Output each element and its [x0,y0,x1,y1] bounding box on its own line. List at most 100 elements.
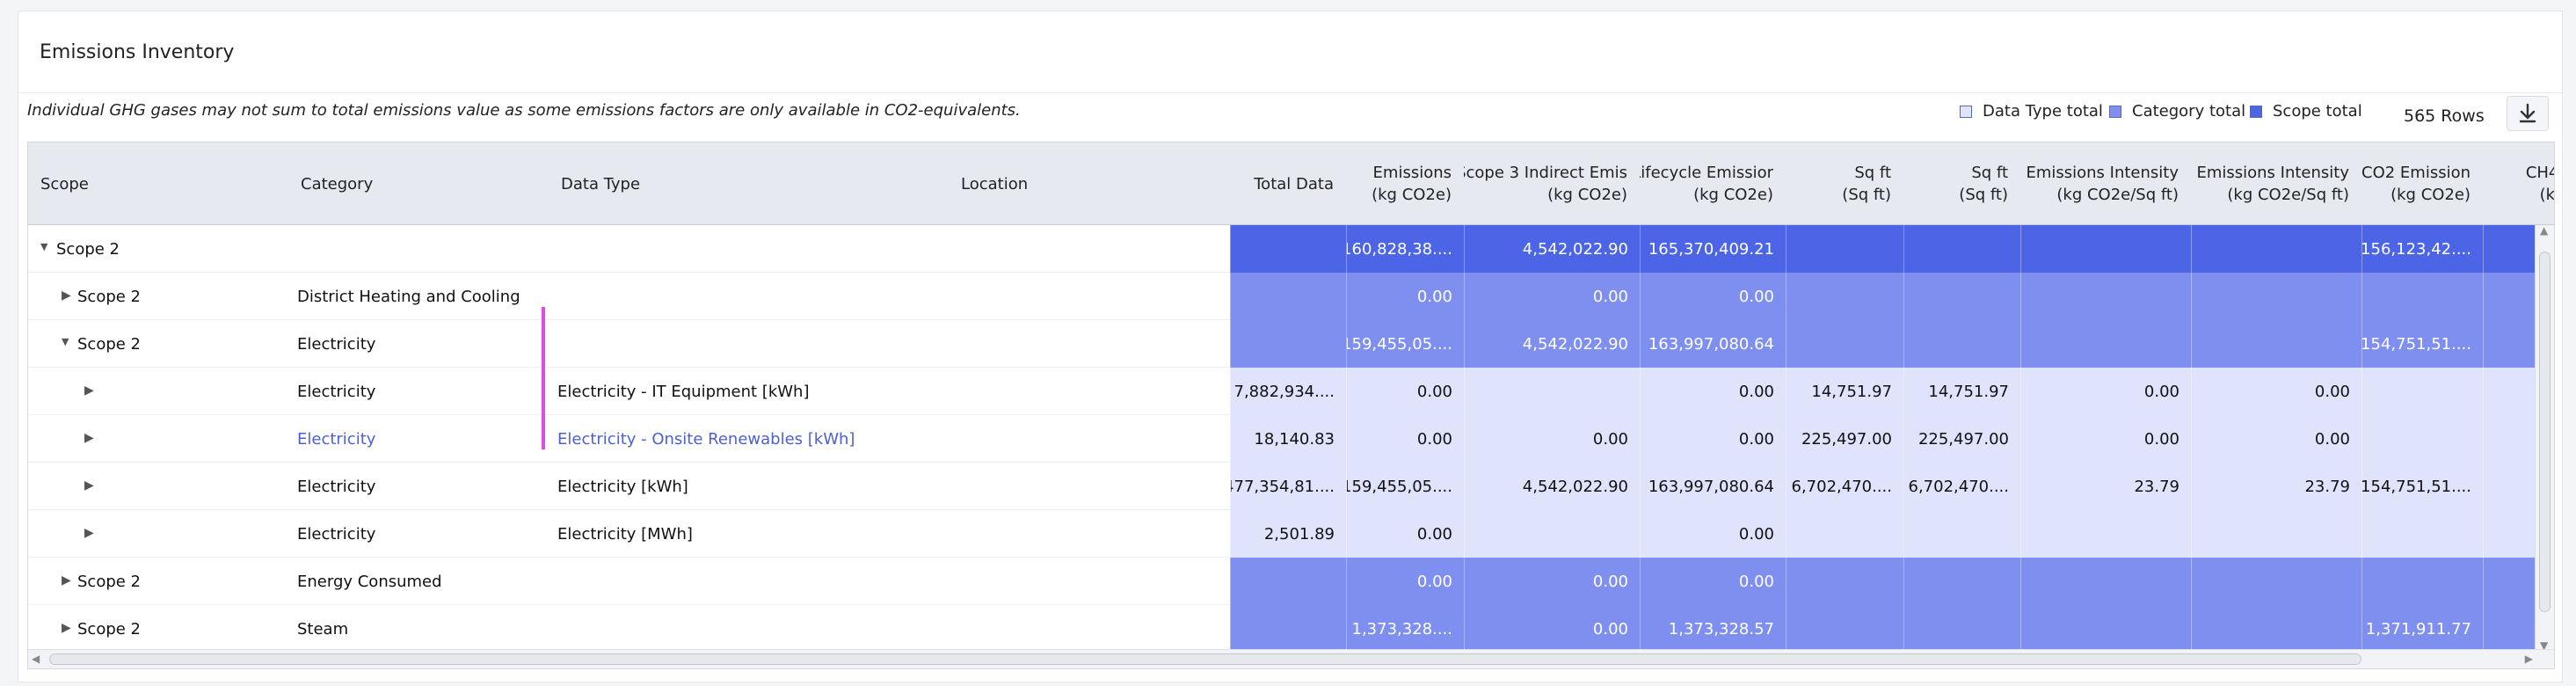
column-header-lifecycle-emissions[interactable]: Lifecycle Emissior (kg CO2e) [1640,142,1786,225]
table-row[interactable]: ▶ Electricity Electricity - IT Equipment [… [28,368,2554,415]
cell-sq-ft-2 [1903,605,2020,653]
cell-sq-ft-1 [1786,605,1903,653]
cell-data-type [557,273,944,320]
cell-co2-emissions: 156,123,42.... [2361,225,2483,273]
horizontal-scrollbar[interactable]: ◀ ▶ [28,649,2554,668]
expand-caret-icon[interactable]: ▶ [62,288,71,303]
cell-sq-ft-2: 14,751.97 [1903,368,2020,415]
column-header-emissions-intensity-1[interactable]: Emissions Intensity (kg CO2e/Sq ft) [2020,142,2191,225]
legend-scope-total: Scope total [2250,102,2362,120]
column-header-label: Emissions Intensity (kg CO2e/Sq ft) [2196,164,2349,204]
cell-total-data [1230,558,1346,605]
column-header-location[interactable]: Location [949,142,1230,225]
table-row[interactable]: ▼ Scope 2 160,828,38.... 4,542,022.90 165,37… [28,225,2554,273]
cell-scope3-indirect: 0.00 [1464,605,1640,653]
table-row[interactable]: ▶ Electricity Electricity [MWh] 2,501.89 0.0… [28,510,2554,558]
column-header-label: Sq ft (Sq ft) [1842,164,1891,204]
cell-total-data: 2,501.89 [1230,510,1346,558]
cell-category: District Heating and Cooling [297,287,520,306]
column-header-sq-ft-2[interactable]: Sq ft (Sq ft) [1903,142,2020,225]
collapse-caret-icon[interactable]: ▼ [40,241,47,252]
cell-scope [77,415,280,463]
cell-sq-ft-2: 225,497.00 [1903,415,2020,463]
column-header-co2-emissions[interactable]: CO2 Emission (kg CO2e) [2361,142,2483,225]
table-row[interactable]: ▶ Electricity Electricity - Onsite Renewab… [28,415,2554,463]
expand-caret-icon[interactable]: ▶ [62,573,71,587]
table-row[interactable]: ▶ Scope 2 Steam 1,373,328.... 0.00 1,373,328.… [28,605,2554,653]
cell-location [957,273,1221,320]
column-header-label: Lifecycle Emissior (kg CO2e) [1640,164,1773,204]
scroll-right-icon[interactable]: ▶ [2525,653,2533,665]
cell-emissions-intensity-1 [2020,273,2191,320]
cell-co2-emissions: 154,751,51.... [2361,320,2483,368]
cell-lifecycle-emissions: 0.00 [1640,368,1786,415]
cell-location [957,463,1221,510]
cell-lifecycle-emissions: 163,997,080.64 [1640,320,1786,368]
cell-category: Electricity [297,524,376,544]
vertical-scrollbar[interactable]: ▲ ▼ [2535,224,2554,652]
scroll-up-icon[interactable]: ▲ [2540,224,2548,237]
column-header-ch4-emissions[interactable]: CH4 Emi (kg CO [2483,142,2554,225]
legend-swatch [1960,105,1972,118]
rows-count: 565 Rows [2404,106,2485,126]
legend-label: Category total [2132,102,2246,120]
cell-total-data: 18,140.83 [1230,415,1346,463]
cell-total-data [1230,225,1346,273]
cell-sq-ft-2 [1903,225,2020,273]
cell-emissions-intensity-2: 0.00 [2191,415,2361,463]
cell-scope: Scope 2 [77,572,142,591]
cell-emissions-intensity-1: 0.00 [2020,368,2191,415]
cell-total-data: 477,354,81.... [1230,463,1346,510]
column-header-sq-ft-1[interactable]: Sq ft (Sq ft) [1786,142,1903,225]
vertical-scroll-thumb[interactable] [2539,252,2551,612]
title-divider [18,92,2562,93]
cell-emissions-intensity-2: 23.79 [2191,463,2361,510]
cell-emissions-intensity-2 [2191,605,2361,653]
download-button[interactable] [2507,96,2549,131]
column-header-scope3-indirect[interactable]: Scope 3 Indirect Emis (kg CO2e) [1464,142,1640,225]
table-row[interactable]: ▶ Scope 2 Energy Consumed 0.00 0.00 0.00 [28,558,2554,605]
expand-caret-icon[interactable]: ▶ [62,621,71,635]
cell-sq-ft-1 [1786,320,1903,368]
column-header-label: Emissions Intensity (kg CO2e/Sq ft) [2026,164,2179,204]
cell-emissions: 159,455,05.... [1346,463,1464,510]
cell-emissions: 159,455,05.... [1346,320,1464,368]
cell-emissions: 0.00 [1346,510,1464,558]
cell-data-type: Electricity [kWh] [557,477,688,496]
cell-emissions-intensity-1: 0.00 [2020,415,2191,463]
column-header-label: CO2 Emission (kg CO2e) [2361,164,2470,204]
cell-location [957,558,1221,605]
cell-data-type[interactable]: Electricity - Onsite Renewables [kWh] [557,415,944,463]
column-header-emissions-intensity-2[interactable]: Emissions Intensity (kg CO2e/Sq ft) [2191,142,2361,225]
cell-category[interactable]: Electricity [297,415,543,463]
cell-category: Steam [297,619,349,639]
cell-scope: Scope 2 [77,287,142,306]
cell-emissions-intensity-2 [2191,320,2361,368]
table-row[interactable]: ▶ Scope 2 District Heating and Cooling 0.00… [28,273,2554,320]
cell-emissions: 160,828,38.... [1346,225,1464,273]
horizontal-scroll-thumb[interactable] [49,653,2361,665]
cell-scope3-indirect: 0.00 [1464,415,1640,463]
legend-label: Data Type total [1983,102,2103,120]
cell-emissions-intensity-2 [2191,558,2361,605]
cell-total-data [1230,605,1346,653]
ghg-note: Individual GHG gases may not sum to tota… [27,101,1021,120]
column-header-scope[interactable]: Scope [28,142,288,225]
cell-emissions-intensity-1 [2020,510,2191,558]
download-icon [2519,103,2536,123]
cell-sq-ft-1: 6,702,470.... [1786,463,1903,510]
emissions-table: Scope Category Data Type Location Total Data… [27,142,2555,669]
cell-co2-emissions [2361,368,2483,415]
scroll-left-icon[interactable]: ◀ [32,653,40,665]
table-row[interactable]: ▼ Scope 2 Electricity 159,455,05.... 4,542,0… [28,320,2554,368]
collapse-caret-icon[interactable]: ▼ [62,336,69,347]
column-header-emissions[interactable]: Emissions (kg CO2e) [1346,142,1464,225]
column-header-category[interactable]: Category [288,142,549,225]
column-header-total-data[interactable]: Total Data [1230,142,1346,225]
cell-scope3-indirect: 0.00 [1464,273,1640,320]
selection-indicator [542,307,545,449]
table-row[interactable]: ▶ Electricity Electricity [kWh] 477,354,81.… [28,463,2554,510]
column-header-data-type[interactable]: Data Type [549,142,949,225]
cell-category: Electricity [297,477,376,496]
cell-emissions-intensity-1 [2020,320,2191,368]
